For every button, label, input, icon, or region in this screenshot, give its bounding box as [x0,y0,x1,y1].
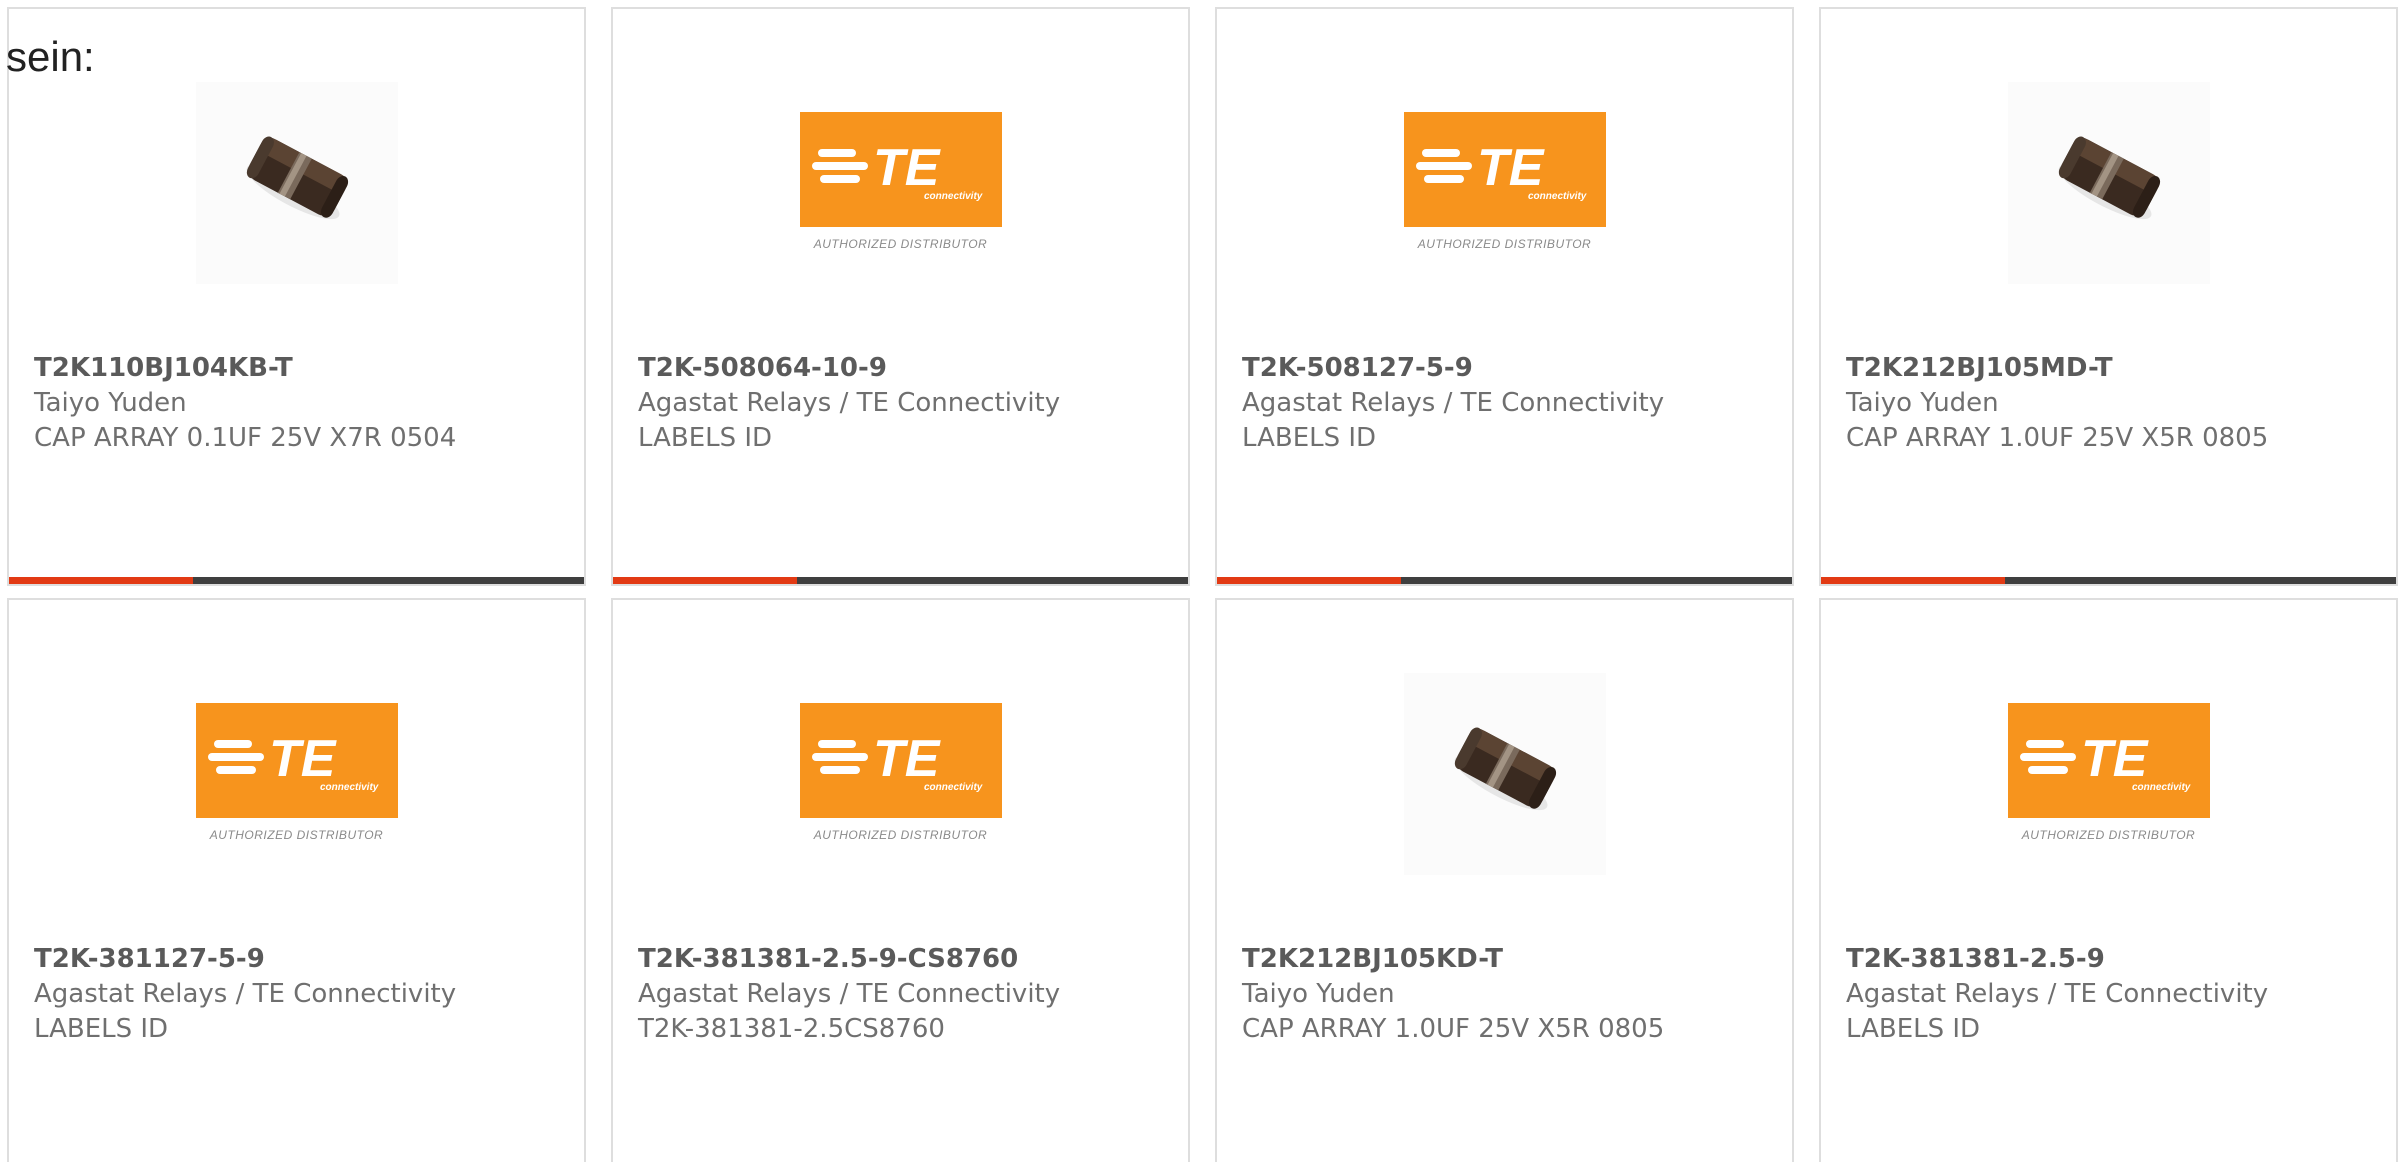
manufacturer: Taiyo Yuden [1846,388,1999,418]
description: CAP ARRAY 1.0UF 25V X5R 0805 [1846,423,2269,453]
te-logo-text: TE [1477,139,1545,197]
te-connectivity-logo: TE connectivity AUTHORIZED DISTRIBUTOR [1403,112,1606,255]
card-bottom-accent [9,577,193,584]
page: sein: T2K110BJ104KB-T Taiyo Yuden CAP ARRA… [0,0,2400,1162]
te-logo-subtext: connectivity [924,191,983,202]
te-logo-box: TE connectivity [799,112,1002,227]
card-bottom-bar [1217,577,1792,584]
description: LABELS ID [34,1014,169,1044]
description: CAP ARRAY 0.1UF 25V X7R 0504 [34,423,457,453]
authorized-distributor-caption: AUTHORIZED DISTRIBUTOR [2021,828,2196,842]
te-logo-box: TE connectivity [799,703,1002,818]
manufacturer: Agastat Relays / TE Connectivity [638,979,1061,1009]
product-info: T2K212BJ105MD-T Taiyo Yuden CAP ARRAY 1.0U… [1846,351,2376,456]
te-logo-mark: TEconnectivity [207,730,379,793]
te-logo-box: TE connectivity [1403,112,1606,227]
te-logo-box: TE connectivity [2007,703,2210,818]
manufacturer: Taiyo Yuden [34,388,187,418]
product-card[interactable]: TE connectivity AUTHORIZED DISTRIBUTOR T2K-… [1215,7,1794,586]
product-image-area[interactable]: TE connectivity AUTHORIZED DISTRIBUTOR [1217,82,1792,292]
te-connectivity-logo: TE connectivity AUTHORIZED DISTRIBUTOR [195,703,398,846]
product-image-area[interactable] [1217,673,1792,883]
te-logo-text: TE [873,139,941,197]
te-logo-mark: TEconnectivity [2019,730,2191,793]
product-image-area[interactable]: TE connectivity AUTHORIZED DISTRIBUTOR [613,82,1188,292]
product-card[interactable]: TE connectivity AUTHORIZED DISTRIBUTOR T2K-… [611,7,1190,586]
part-number[interactable]: T2K-381381-2.5-9 [1846,942,2376,977]
manufacturer: Agastat Relays / TE Connectivity [638,388,1061,418]
product-grid: T2K110BJ104KB-T Taiyo Yuden CAP ARRAY 0.1U… [7,7,2398,1162]
product-image-area[interactable]: TE connectivity AUTHORIZED DISTRIBUTOR [1821,673,2396,883]
product-info: T2K-381381-2.5-9-CS8760 Agastat Relays / … [638,942,1168,1047]
description: LABELS ID [1846,1014,1981,1044]
product-info: T2K-508127-5-9 Agastat Relays / TE Connec… [1242,351,1772,456]
card-bottom-bar [9,577,584,584]
te-logo-mark: TEconnectivity [811,139,983,202]
te-logo-subtext: connectivity [924,782,983,793]
product-info: T2K-508064-10-9 Agastat Relays / TE Conne… [638,351,1168,456]
chip-capacitor-image[interactable] [195,82,398,284]
product-card[interactable]: TE connectivity AUTHORIZED DISTRIBUTOR T2K-… [611,598,1190,1162]
product-info: T2K110BJ104KB-T Taiyo Yuden CAP ARRAY 0.1U… [34,351,564,456]
te-logo-subtext: connectivity [320,782,379,793]
card-bottom-bar [613,577,1188,584]
part-number[interactable]: T2K-381127-5-9 [34,942,564,977]
te-connectivity-logo: TE connectivity AUTHORIZED DISTRIBUTOR [2007,703,2210,846]
description: LABELS ID [638,423,773,453]
product-info: T2K-381127-5-9 Agastat Relays / TE Connec… [34,942,564,1047]
part-number[interactable]: T2K212BJ105KD-T [1242,942,1772,977]
product-image-area[interactable] [9,82,584,292]
chip-capacitor-image[interactable] [2007,82,2210,284]
authorized-distributor-caption: AUTHORIZED DISTRIBUTOR [209,828,384,842]
card-bottom-accent [1821,577,2005,584]
card-bottom-bar [1821,577,2396,584]
te-logo-text: TE [2081,730,2149,788]
product-info: T2K212BJ105KD-T Taiyo Yuden CAP ARRAY 1.0U… [1242,942,1772,1047]
manufacturer: Agastat Relays / TE Connectivity [34,979,457,1009]
manufacturer: Agastat Relays / TE Connectivity [1846,979,2269,1009]
te-logo-text: TE [269,730,337,788]
description: LABELS ID [1242,423,1377,453]
chip-capacitor-image[interactable] [1403,673,1606,875]
te-logo-subtext: connectivity [2132,782,2191,793]
description: CAP ARRAY 1.0UF 25V X5R 0805 [1242,1014,1665,1044]
product-info: T2K-381381-2.5-9 Agastat Relays / TE Conn… [1846,942,2376,1047]
intro-text: sein: [6,33,95,80]
te-connectivity-logo: TE connectivity AUTHORIZED DISTRIBUTOR [799,112,1002,255]
authorized-distributor-caption: AUTHORIZED DISTRIBUTOR [1417,237,1592,251]
authorized-distributor-caption: AUTHORIZED DISTRIBUTOR [813,237,988,251]
te-logo-subtext: connectivity [1528,191,1587,202]
product-card[interactable]: T2K212BJ105KD-T Taiyo Yuden CAP ARRAY 1.0U… [1215,598,1794,1162]
product-card[interactable]: T2K212BJ105MD-T Taiyo Yuden CAP ARRAY 1.0U… [1819,7,2398,586]
card-bottom-accent [1217,577,1401,584]
part-number[interactable]: T2K-508127-5-9 [1242,351,1772,386]
product-card[interactable]: T2K110BJ104KB-T Taiyo Yuden CAP ARRAY 0.1U… [7,7,586,586]
part-number[interactable]: T2K-508064-10-9 [638,351,1168,386]
te-logo-mark: TEconnectivity [811,730,983,793]
te-connectivity-logo: TE connectivity AUTHORIZED DISTRIBUTOR [799,703,1002,846]
manufacturer: Agastat Relays / TE Connectivity [1242,388,1665,418]
te-logo-mark: TEconnectivity [1415,139,1587,202]
description: T2K-381381-2.5CS8760 [638,1014,945,1044]
te-logo-box: TE connectivity [195,703,398,818]
authorized-distributor-caption: AUTHORIZED DISTRIBUTOR [813,828,988,842]
product-card[interactable]: TE connectivity AUTHORIZED DISTRIBUTOR T2K-… [7,598,586,1162]
product-image-area[interactable]: TE connectivity AUTHORIZED DISTRIBUTOR [613,673,1188,883]
product-image-area[interactable] [1821,82,2396,292]
product-image-area[interactable]: TE connectivity AUTHORIZED DISTRIBUTOR [9,673,584,883]
card-bottom-accent [613,577,797,584]
manufacturer: Taiyo Yuden [1242,979,1395,1009]
part-number[interactable]: T2K-381381-2.5-9-CS8760 [638,942,1168,977]
te-logo-text: TE [873,730,941,788]
part-number[interactable]: T2K110BJ104KB-T [34,351,564,386]
part-number[interactable]: T2K212BJ105MD-T [1846,351,2376,386]
product-card[interactable]: TE connectivity AUTHORIZED DISTRIBUTOR T2K-… [1819,598,2398,1162]
